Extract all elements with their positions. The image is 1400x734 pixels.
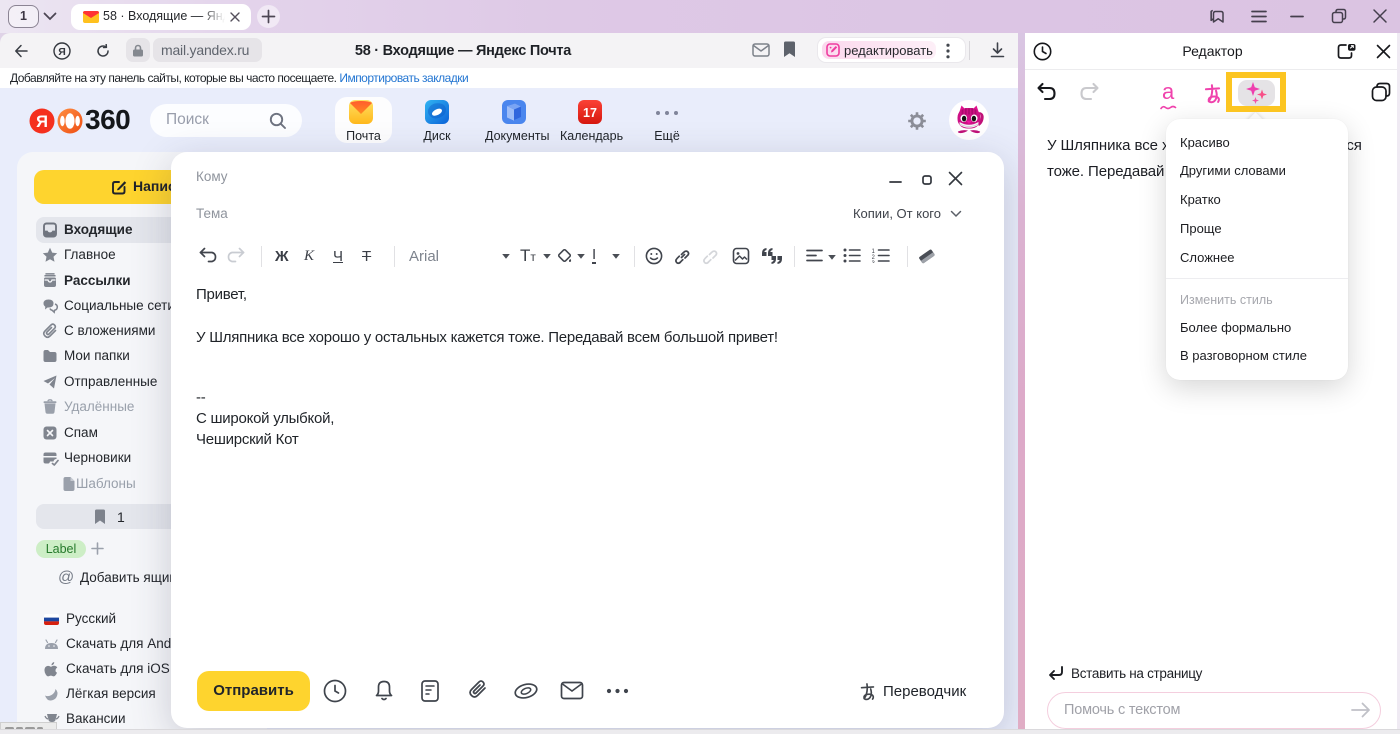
svg-text:17: 17 bbox=[583, 106, 597, 120]
svg-text:Я: Я bbox=[36, 113, 48, 131]
svg-text:3: 3 bbox=[872, 261, 876, 263]
svg-text:Я: Я bbox=[58, 46, 66, 58]
